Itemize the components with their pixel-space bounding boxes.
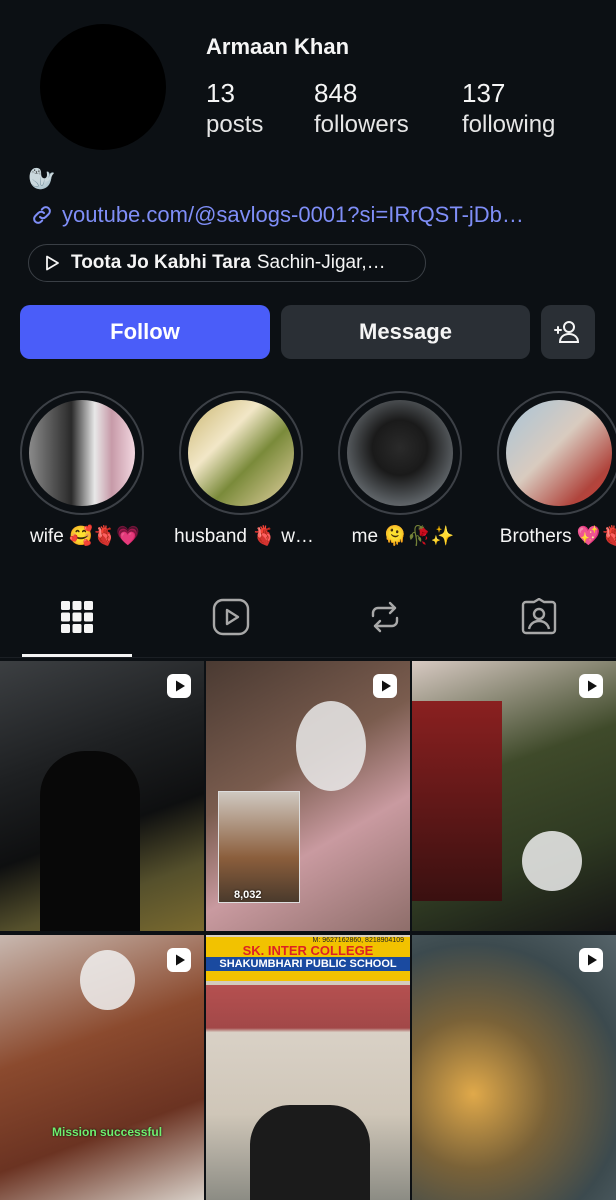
- reel-icon: [579, 674, 603, 698]
- highlight-brothers[interactable]: Brothers 💖🫀: [497, 391, 616, 547]
- highlight-cover-image: [506, 400, 612, 506]
- add-user-icon: [554, 321, 580, 343]
- music-artist: Sachin-Jigar,…: [256, 252, 386, 273]
- repost-icon: [371, 601, 399, 633]
- link-icon: [33, 206, 51, 224]
- profile-avatar[interactable]: [40, 24, 166, 150]
- post-image: [40, 751, 140, 931]
- sign-line-1: SK. INTER COLLEGE: [242, 943, 374, 958]
- post-overlay-shape: [522, 831, 582, 891]
- tagged-icon: [521, 598, 557, 635]
- highlight-cover-image: [29, 400, 135, 506]
- following-label: following: [462, 111, 556, 138]
- active-tab-indicator: [22, 654, 132, 657]
- grid-post[interactable]: M: 9627162860, 8218904109 SK. INTER COLL…: [206, 935, 410, 1200]
- highlight-wife[interactable]: wife 🥰🫀💗: [20, 391, 148, 547]
- suggest-users-button[interactable]: [541, 305, 595, 359]
- posts-count[interactable]: 13 posts: [206, 78, 263, 142]
- music-title: Toota Jo Kabhi Tara: [71, 252, 251, 273]
- highlight-ring: [179, 391, 303, 515]
- embedded-screenshot: [218, 791, 300, 903]
- reel-icon: [167, 674, 191, 698]
- message-button[interactable]: Message: [281, 305, 530, 359]
- highlight-label: wife 🥰🫀💗: [29, 526, 141, 547]
- grid-post[interactable]: [0, 661, 204, 931]
- highlight-ring: [338, 391, 462, 515]
- grid-post[interactable]: 8,032: [206, 661, 410, 931]
- highlight-label: Brothers 💖🫀: [499, 526, 616, 547]
- profile-name: Armaan Khan: [206, 34, 350, 59]
- following-count[interactable]: 137 following: [462, 78, 555, 142]
- people-group: [250, 1105, 370, 1200]
- tab-reposts[interactable]: [365, 596, 405, 638]
- reels-icon: [212, 598, 250, 636]
- followers-value: 848: [314, 78, 358, 108]
- play-icon: [46, 255, 59, 271]
- highlight-label: husband 🫀 w…: [174, 526, 314, 547]
- reel-icon: [167, 948, 191, 972]
- post-image: [412, 701, 502, 901]
- highlight-label: me 🫠🥀✨: [351, 526, 455, 547]
- reel-icon: [579, 948, 603, 972]
- reel-icon: [373, 674, 397, 698]
- sign-line-2: SHAKUMBHARI PUBLIC SCHOOL: [206, 957, 410, 971]
- bio-emoji: 🦭: [28, 166, 56, 191]
- post-view-count: 8,032: [234, 889, 262, 901]
- grid-post[interactable]: [412, 935, 616, 1200]
- grid-post[interactable]: [412, 661, 616, 931]
- following-value: 137: [462, 78, 506, 108]
- highlight-ring: [20, 391, 144, 515]
- grid-post[interactable]: Mission successful: [0, 935, 204, 1200]
- post-caption: Mission successful: [52, 1125, 163, 1139]
- tab-grid[interactable]: [57, 596, 97, 638]
- post-image: [296, 701, 366, 791]
- profile-link-text: youtube.com/@savlogs-0001?si=IRrQST-jDb…: [62, 202, 524, 227]
- followers-count[interactable]: 848 followers: [314, 78, 409, 142]
- school-sign: M: 9627162860, 8218904109 SK. INTER COLL…: [206, 937, 410, 981]
- highlight-cover-image: [347, 400, 453, 506]
- post-overlay-shape: [80, 950, 135, 1010]
- highlight-cover-image: [188, 400, 294, 506]
- posts-value: 13: [206, 78, 235, 108]
- profile-link[interactable]: youtube.com/@savlogs-0001?si=IRrQST-jDb…: [30, 200, 524, 230]
- posts-label: posts: [206, 111, 264, 138]
- music-pill[interactable]: Toota Jo Kabhi Tara Sachin-Jigar,…: [28, 244, 426, 282]
- highlight-me[interactable]: me 🫠🥀✨: [338, 391, 466, 547]
- highlight-husband[interactable]: husband 🫀 w…: [174, 391, 314, 547]
- tab-divider: [0, 657, 616, 658]
- highlight-ring: [497, 391, 616, 515]
- tab-reels[interactable]: [211, 596, 251, 638]
- tab-tagged[interactable]: [519, 596, 559, 638]
- grid-icon: [61, 601, 93, 633]
- follow-button[interactable]: Follow: [20, 305, 270, 359]
- followers-label: followers: [314, 111, 409, 138]
